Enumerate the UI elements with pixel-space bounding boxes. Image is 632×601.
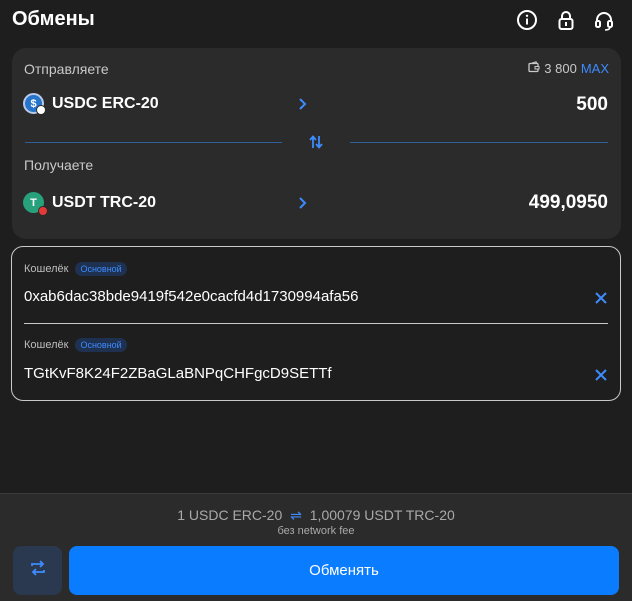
wallet-label: Кошелёк [24,263,69,275]
wallet-address-input[interactable]: 0xab6dac38bde9419f542e0cacfd4d1730994afa… [24,288,358,305]
fee-note: без network fee [277,525,355,537]
info-icon[interactable] [516,9,538,31]
balance-value: 3 800 [544,61,577,76]
exchange-card: Отправляете 3 800 MAX $ USDC ERC-20 500 … [12,48,621,239]
send-amount[interactable]: 500 [576,94,608,116]
header: Обмены [0,0,632,40]
clear-address-icon[interactable] [594,368,608,382]
send-label: Отправляете [24,61,109,77]
wallet-address-input[interactable]: TGtKvF8K24F2ZBaGLaBNPqCHFgcD9SETTf [24,365,332,382]
send-chevron-right-icon[interactable] [297,96,309,112]
wallet-tag: Основной [75,338,127,352]
tron-network-badge-icon [38,206,48,216]
rate-from: 1 USDC ERC-20 [177,507,283,523]
ethereum-network-badge-icon [36,105,46,115]
wallet-label-row: Кошелёк Основной [24,338,127,352]
exchange-rate: 1 USDC ERC-20 ⇌ 1,00079 USDT TRC-20 [0,507,632,524]
send-coin-selector[interactable]: $ USDC ERC-20 [23,93,159,115]
receive-coin-selector[interactable]: T USDT TRC-20 [23,192,157,216]
footer: 1 USDC ERC-20 ⇌ 1,00079 USDT TRC-20 без … [0,493,632,601]
wallets-panel: Кошелёк Основной 0xab6dac38bde9419f542e0… [11,246,621,401]
reverse-exchange-button[interactable] [13,546,62,595]
divider-right [350,142,608,143]
rate-to: 1,00079 USDT TRC-20 [309,507,455,523]
clear-address-icon[interactable] [594,291,608,305]
wallet-row-send: Кошелёк Основной 0xab6dac38bde9419f542e0… [24,247,608,323]
wallet-row-receive: Кошелёк Основной TGtKvF8K24F2ZBaGLaBNPqC… [24,324,608,400]
wallet-tag: Основной [75,262,127,276]
wallet-icon [528,61,540,76]
usdt-icon: T [23,192,48,216]
receive-amount: 499,0950 [528,192,608,213]
support-headset-icon[interactable] [593,9,615,31]
receive-chevron-right-icon[interactable] [297,195,309,211]
exchange-button[interactable]: Обменять [69,546,619,595]
balance: 3 800 MAX [528,61,609,76]
send-coin-name: USDC ERC-20 [52,94,159,112]
exchange-arrows-icon: ⇌ [290,507,302,523]
wallet-label-row: Кошелёк Основной [24,262,127,276]
lock-icon[interactable] [555,9,577,31]
wallet-label: Кошелёк [24,339,69,351]
swap-direction-icon[interactable] [308,134,324,150]
page-title: Обмены [12,8,95,30]
swap-arrows-icon [29,559,47,582]
max-button[interactable]: MAX [581,61,609,76]
receive-label: Получаете [24,157,94,173]
usdc-icon: $ [23,93,46,115]
divider-left [25,142,282,143]
receive-coin-name: USDT TRC-20 [52,193,157,211]
